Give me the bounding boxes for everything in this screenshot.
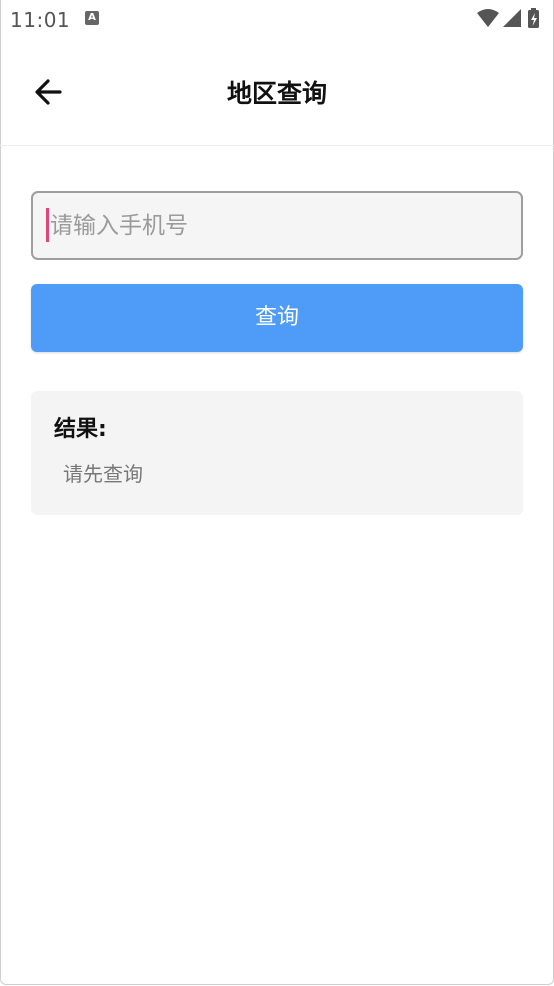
page-title: 地区查询	[226, 79, 327, 108]
battery-charging-icon	[528, 8, 539, 28]
notification-icon: A	[85, 11, 99, 25]
phone-input[interactable]	[33, 193, 521, 258]
status-icons	[474, 7, 544, 29]
result-text: 请先查询	[63, 462, 143, 486]
signal-icon	[503, 9, 521, 27]
result-title: 结果:	[54, 417, 107, 442]
phone-input-container	[31, 191, 523, 260]
app-bar: 地区查询	[0, 38, 554, 146]
wifi-icon	[477, 9, 499, 27]
status-bar: 11:01 A	[0, 0, 554, 38]
result-card: 结果: 请先查询	[31, 391, 523, 515]
query-button[interactable]: 查询	[31, 284, 523, 352]
status-time: 11:01	[10, 8, 71, 32]
